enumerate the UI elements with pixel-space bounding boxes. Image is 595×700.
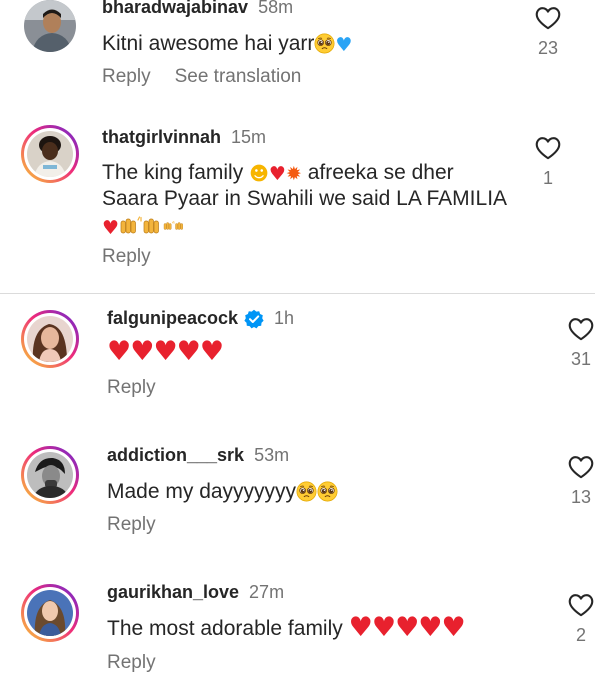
see-translation-button[interactable]: See translation — [175, 66, 302, 88]
red-heart-icon: ♥ — [441, 612, 466, 643]
comment-item: falgunipeacock 1h ♥♥♥♥♥ Reply 31 — [0, 300, 595, 410]
username[interactable]: bharadwajabinav — [102, 0, 248, 18]
avatar-ring-gap — [24, 587, 76, 639]
comment-text: ♥♥♥♥♥ — [107, 338, 224, 367]
red-heart-icon: ♥ — [130, 336, 154, 367]
heart-outline-icon — [568, 593, 594, 617]
red-heart-icon: ♥ — [371, 612, 396, 643]
timestamp: 58m — [258, 0, 294, 17]
blue-heart-icon: ♥ — [335, 34, 353, 56]
avatar-photo — [27, 316, 73, 362]
red-heart-icon: ♥ — [153, 336, 177, 367]
avatar[interactable] — [21, 446, 79, 504]
reply-button[interactable]: Reply — [102, 246, 151, 268]
username[interactable]: thatgirlvinnah — [102, 127, 221, 148]
avatar[interactable] — [21, 125, 79, 183]
username[interactable]: gaurikhan_love — [107, 582, 239, 603]
like-button[interactable]: 2 — [561, 593, 595, 646]
comment-text-line: afreeka se dher — [307, 161, 454, 184]
like-button[interactable]: 1 — [528, 136, 568, 189]
red-heart-icon: ♥ — [102, 217, 120, 239]
comment-text-line: The king family — [102, 161, 244, 184]
avatar-photo — [27, 131, 73, 177]
comment-text: Saara Pyaar in Swahili we said LA FAMILI… — [102, 184, 507, 213]
comment-text-line: Saara Pyaar in Swahili we said LA FAMILI… — [102, 187, 508, 210]
avatar[interactable] — [21, 310, 79, 368]
comment-item: bharadwajabinav 58m Kitni awesome hai ya… — [0, 0, 595, 100]
comment-text: Made my dayyyyyyy — [107, 477, 338, 506]
comment-item: addiction___srk 53m Made my dayyyyyyy Re… — [0, 440, 595, 550]
avatar-photo — [24, 0, 76, 52]
reply-button[interactable]: Reply — [107, 652, 156, 674]
fire-icon: ✹ — [285, 163, 302, 185]
comment-header: falgunipeacock 1h — [107, 308, 294, 329]
username[interactable]: falgunipeacock — [107, 308, 238, 329]
raising-hands-icon — [163, 216, 185, 236]
comment-text: The king family ☻♥✹ afreeka se dher — [102, 158, 454, 187]
timestamp: 53m — [254, 445, 290, 465]
username[interactable]: addiction___srk — [107, 445, 244, 466]
comment-actions: Reply — [107, 514, 156, 536]
red-heart-icon: ♥ — [348, 612, 373, 643]
avatar-photo — [27, 452, 73, 498]
comment-header: bharadwajabinav 58m — [102, 0, 293, 18]
pleading-face-icon — [317, 481, 338, 502]
red-heart-icon: ♥ — [395, 612, 419, 643]
comment-text-content: Made my dayyyyyyy — [107, 480, 297, 503]
red-heart-icon: ♥ — [418, 612, 442, 643]
like-count: 2 — [575, 625, 586, 645]
comment-item: gaurikhan_love 27m The most adorable fam… — [0, 578, 595, 688]
comment-text-content: The most adorable family — [107, 617, 343, 640]
timestamp: 1h — [274, 308, 295, 328]
raising-hands-icon — [119, 216, 163, 236]
comment-header: thatgirlvinnah 15m — [102, 127, 266, 148]
comment-actions: Reply See translation — [102, 66, 301, 88]
like-button[interactable]: 13 — [561, 455, 595, 508]
avatar[interactable] — [21, 584, 79, 642]
like-button[interactable]: 23 — [528, 6, 568, 59]
reply-button[interactable]: Reply — [107, 514, 156, 536]
red-heart-icon: ♥ — [107, 336, 131, 367]
comment-header: gaurikhan_love 27m — [107, 582, 284, 603]
red-heart-icon: ♥ — [268, 163, 286, 185]
pleading-face-icon — [296, 481, 317, 502]
avatar-ring-gap — [24, 313, 76, 365]
reply-button[interactable]: Reply — [107, 377, 156, 399]
heart-outline-icon — [535, 6, 561, 30]
comment-actions: Reply — [102, 246, 151, 268]
heart-outline-icon — [535, 136, 561, 160]
reply-button[interactable]: Reply — [102, 66, 151, 88]
comment-text-content: Kitni awesome hai yarr — [102, 32, 315, 55]
timestamp: 27m — [249, 582, 285, 602]
comment-text: ♥ — [102, 212, 185, 241]
heart-outline-icon — [568, 317, 594, 341]
divider — [0, 293, 595, 294]
comment-actions: Reply — [107, 652, 156, 674]
heart-outline-icon — [568, 455, 594, 479]
avatar[interactable] — [24, 0, 82, 58]
pleading-face-icon — [314, 33, 335, 54]
comment-item: thatgirlvinnah 15m The king family ☻♥✹ a… — [0, 120, 595, 280]
comment-header: addiction___srk 53m — [107, 445, 289, 466]
like-count: 23 — [537, 38, 559, 58]
like-count: 13 — [570, 487, 592, 507]
heart-eyes-icon: ☻ — [249, 163, 269, 185]
like-count: 31 — [570, 349, 592, 369]
avatar-photo — [27, 590, 73, 636]
red-heart-icon: ♥ — [199, 336, 225, 367]
red-heart-icon: ♥ — [176, 336, 201, 367]
comment-text: Kitni awesome hai yarr ♥ — [102, 29, 352, 58]
timestamp: 15m — [231, 127, 267, 147]
like-count: 1 — [542, 168, 553, 188]
verified-badge-icon — [244, 309, 264, 328]
avatar-ring-gap — [24, 128, 76, 180]
avatar-ring-gap — [24, 449, 76, 501]
comment-actions: Reply — [107, 377, 156, 399]
like-button[interactable]: 31 — [561, 317, 595, 370]
comment-text: The most adorable family ♥♥♥♥♥ — [107, 614, 466, 643]
